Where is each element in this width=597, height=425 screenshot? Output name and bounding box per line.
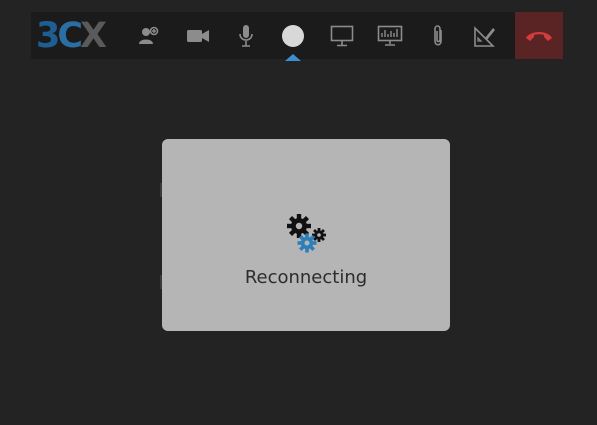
logo-letter-c: C (57, 16, 83, 56)
3cx-logo: 3CX (36, 17, 126, 55)
logo-letter-3: 3 (36, 16, 60, 56)
attach-button[interactable] (418, 12, 458, 59)
active-tab-indicator (285, 54, 301, 61)
presentation-screen-icon (377, 25, 403, 46)
presentation-button[interactable] (370, 12, 410, 59)
reconnecting-dialog: Reconnecting (162, 139, 450, 331)
add-participant-button[interactable] (129, 12, 169, 59)
ruler-pencil-icon (474, 25, 495, 47)
whiteboard-button[interactable] (465, 12, 505, 59)
meeting-toolbar: 3CX (31, 12, 563, 61)
monitor-icon (330, 25, 354, 46)
screen-share-button[interactable] (322, 12, 362, 59)
phone-hangup-icon (526, 31, 552, 41)
logo-letter-x: X (80, 16, 107, 56)
microphone-button[interactable] (226, 12, 266, 59)
microphone-icon (239, 24, 253, 47)
reconnecting-status-text: Reconnecting (244, 267, 368, 288)
video-camera-icon (187, 29, 209, 42)
add-user-icon (139, 26, 159, 44)
hangup-button[interactable] (515, 12, 563, 59)
video-button[interactable] (178, 12, 218, 59)
record-button[interactable] (273, 12, 313, 59)
paperclip-icon (434, 24, 442, 46)
record-dot-icon (282, 24, 304, 47)
gears-icon (287, 214, 326, 253)
